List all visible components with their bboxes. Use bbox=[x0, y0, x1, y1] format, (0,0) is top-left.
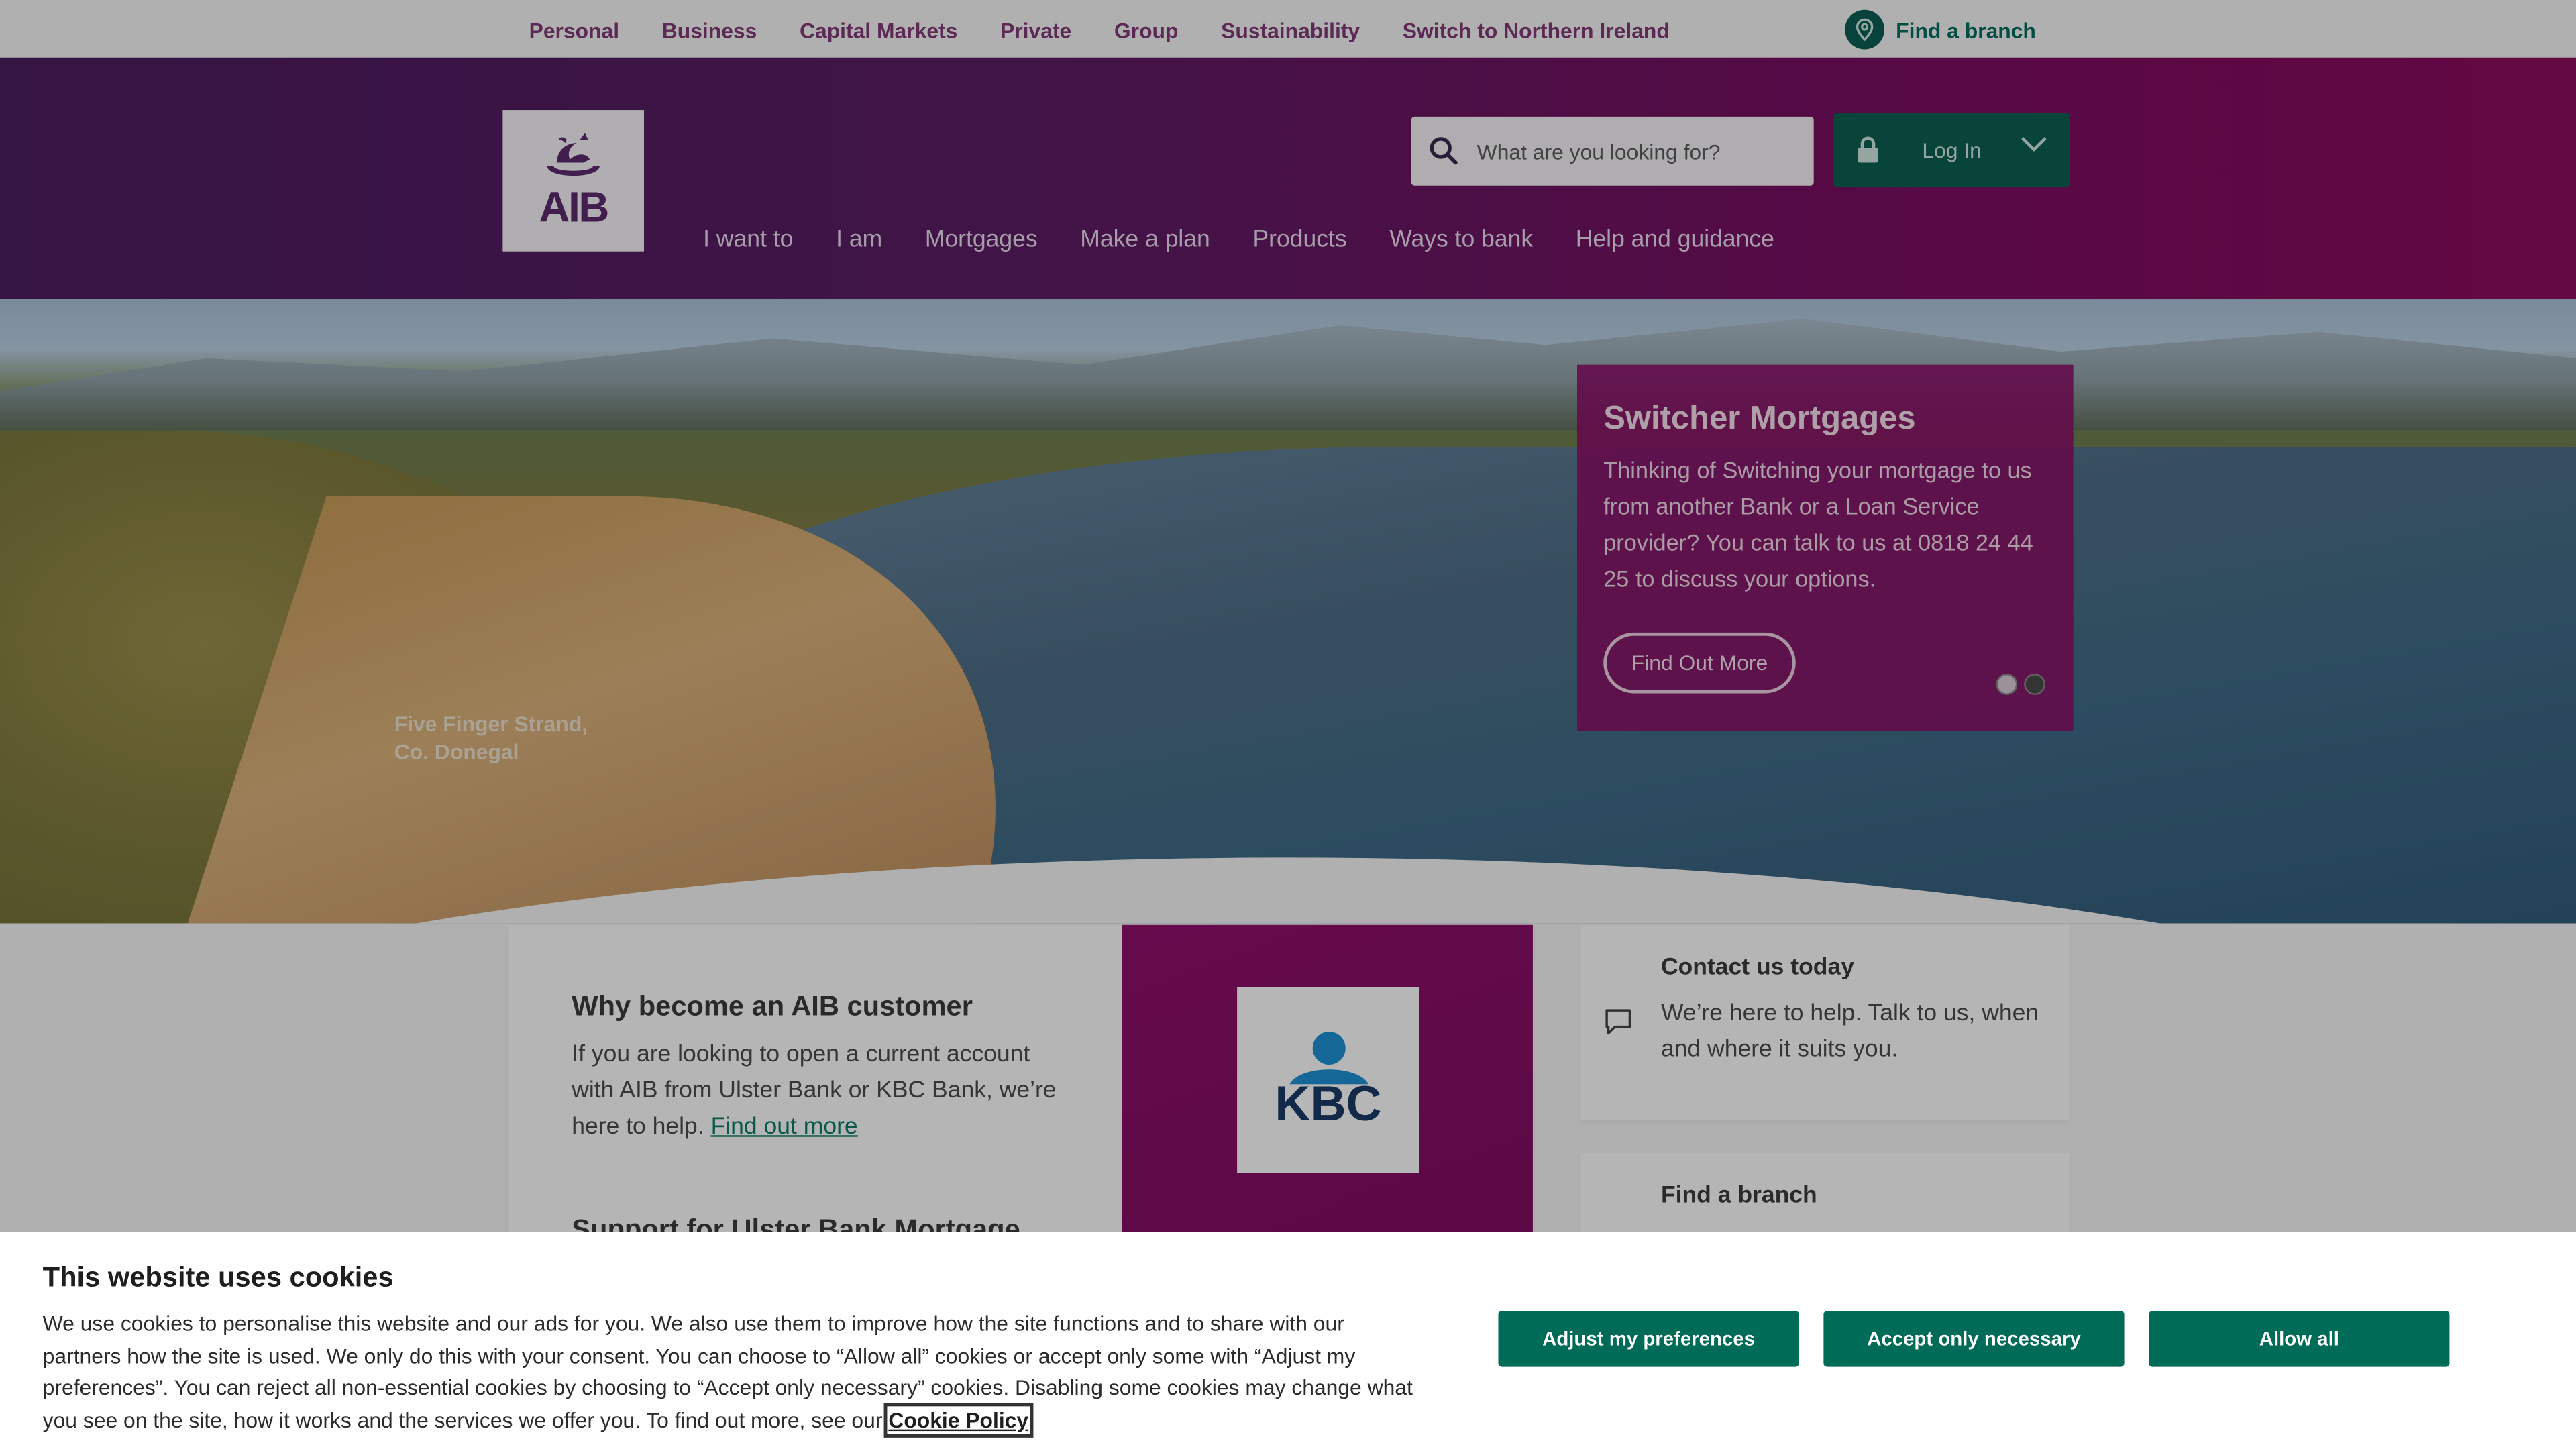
promo-text: Thinking of Switching your mortgage to u… bbox=[1603, 456, 2033, 592]
cookie-policy-link[interactable]: Cookie Policy bbox=[883, 1402, 1034, 1438]
accept-necessary-button[interactable]: Accept only necessary bbox=[1823, 1311, 2125, 1367]
contact-text: We’re here to help. Talk to us, when and… bbox=[1660, 1000, 2039, 1063]
nav-products[interactable]: Products bbox=[1252, 227, 1346, 253]
chat-icon bbox=[1605, 1009, 1631, 1035]
nav-make-a-plan[interactable]: Make a plan bbox=[1080, 227, 1210, 253]
hero-mountains bbox=[0, 319, 2576, 431]
logo-wordmark: AIB bbox=[539, 181, 610, 231]
aib-logo[interactable]: AIB bbox=[502, 110, 645, 252]
find-branch-card-title: Find a branch bbox=[1660, 1183, 1817, 1210]
find-branch-label: Find a branch bbox=[1896, 17, 2036, 42]
contact-title: Contact us today bbox=[1660, 954, 1855, 981]
chevron-down-icon[interactable] bbox=[2021, 136, 2047, 152]
utility-link-personal[interactable]: Personal bbox=[529, 18, 620, 43]
hero-caption-line1: Five Finger Strand, bbox=[394, 711, 588, 737]
why-aib-text: If you are looking to open a current acc… bbox=[572, 1036, 1065, 1145]
aib-ark-icon bbox=[547, 132, 600, 175]
main-header: AIB I want to I am Mortgages Make a plan… bbox=[0, 57, 2576, 299]
nav-i-want-to[interactable]: I want to bbox=[703, 227, 793, 253]
cookie-banner: This website uses cookies We use cookies… bbox=[0, 1232, 2576, 1449]
find-branch-link[interactable]: Find a branch bbox=[1845, 9, 2036, 50]
main-nav: I want to I am Mortgages Make a plan Pro… bbox=[703, 227, 1817, 253]
hero-banner: Five Finger Strand, Co. Donegal Switcher… bbox=[0, 299, 2576, 924]
utility-bar: Personal Business Capital Markets Privat… bbox=[0, 0, 2576, 58]
hero-caption: Five Finger Strand, Co. Donegal bbox=[394, 710, 588, 765]
carousel-dots bbox=[1996, 674, 2046, 695]
utility-link-group[interactable]: Group bbox=[1114, 18, 1179, 43]
location-pin-icon bbox=[1845, 9, 1885, 50]
promo-title: Switcher Mortgages bbox=[1603, 400, 1916, 437]
why-aib-title: Why become an AIB customer bbox=[572, 990, 973, 1022]
nav-ways-to-bank[interactable]: Ways to bank bbox=[1389, 227, 1533, 253]
login-button[interactable]: Log In bbox=[1833, 113, 2070, 188]
nav-help-and-guidance[interactable]: Help and guidance bbox=[1576, 227, 1774, 253]
utility-link-business[interactable]: Business bbox=[662, 18, 757, 43]
utility-link-capital-markets[interactable]: Capital Markets bbox=[800, 18, 957, 43]
login-label: Log In bbox=[1922, 138, 1982, 163]
utility-nav: Personal Business Capital Markets Privat… bbox=[529, 18, 1713, 43]
contact-card[interactable]: Contact us today We’re here to help. Tal… bbox=[1580, 924, 2070, 1121]
search-icon[interactable] bbox=[1428, 135, 1460, 168]
kbc-wordmark: KBC bbox=[1275, 1077, 1382, 1132]
utility-link-northern-ireland[interactable]: Switch to Northern Ireland bbox=[1403, 18, 1670, 43]
cookie-title: This website uses cookies bbox=[42, 1261, 394, 1293]
utility-link-private[interactable]: Private bbox=[1000, 18, 1071, 43]
nav-i-am[interactable]: I am bbox=[836, 227, 882, 253]
cookie-body: We use cookies to personalise this websi… bbox=[42, 1311, 1413, 1432]
search-input[interactable] bbox=[1477, 138, 1789, 164]
kbc-logo: KBC bbox=[1237, 987, 1419, 1173]
nav-mortgages[interactable]: Mortgages bbox=[925, 227, 1038, 253]
allow-all-button[interactable]: Allow all bbox=[2149, 1311, 2450, 1367]
search-box[interactable] bbox=[1411, 116, 1814, 186]
find-out-more-button[interactable]: Find Out More bbox=[1603, 632, 1796, 694]
find-out-more-link[interactable]: Find out more bbox=[711, 1114, 858, 1140]
cookie-text: We use cookies to personalise this websi… bbox=[42, 1307, 1415, 1438]
adjust-preferences-button[interactable]: Adjust my preferences bbox=[1498, 1311, 1799, 1367]
carousel-dot-2[interactable] bbox=[2024, 674, 2046, 695]
carousel-dot-1[interactable] bbox=[1996, 674, 2018, 695]
hero-caption-line2: Co. Donegal bbox=[394, 739, 519, 764]
utility-link-sustainability[interactable]: Sustainability bbox=[1221, 18, 1360, 43]
lock-icon bbox=[1858, 136, 1878, 163]
kbc-figure-icon bbox=[1289, 1030, 1368, 1084]
